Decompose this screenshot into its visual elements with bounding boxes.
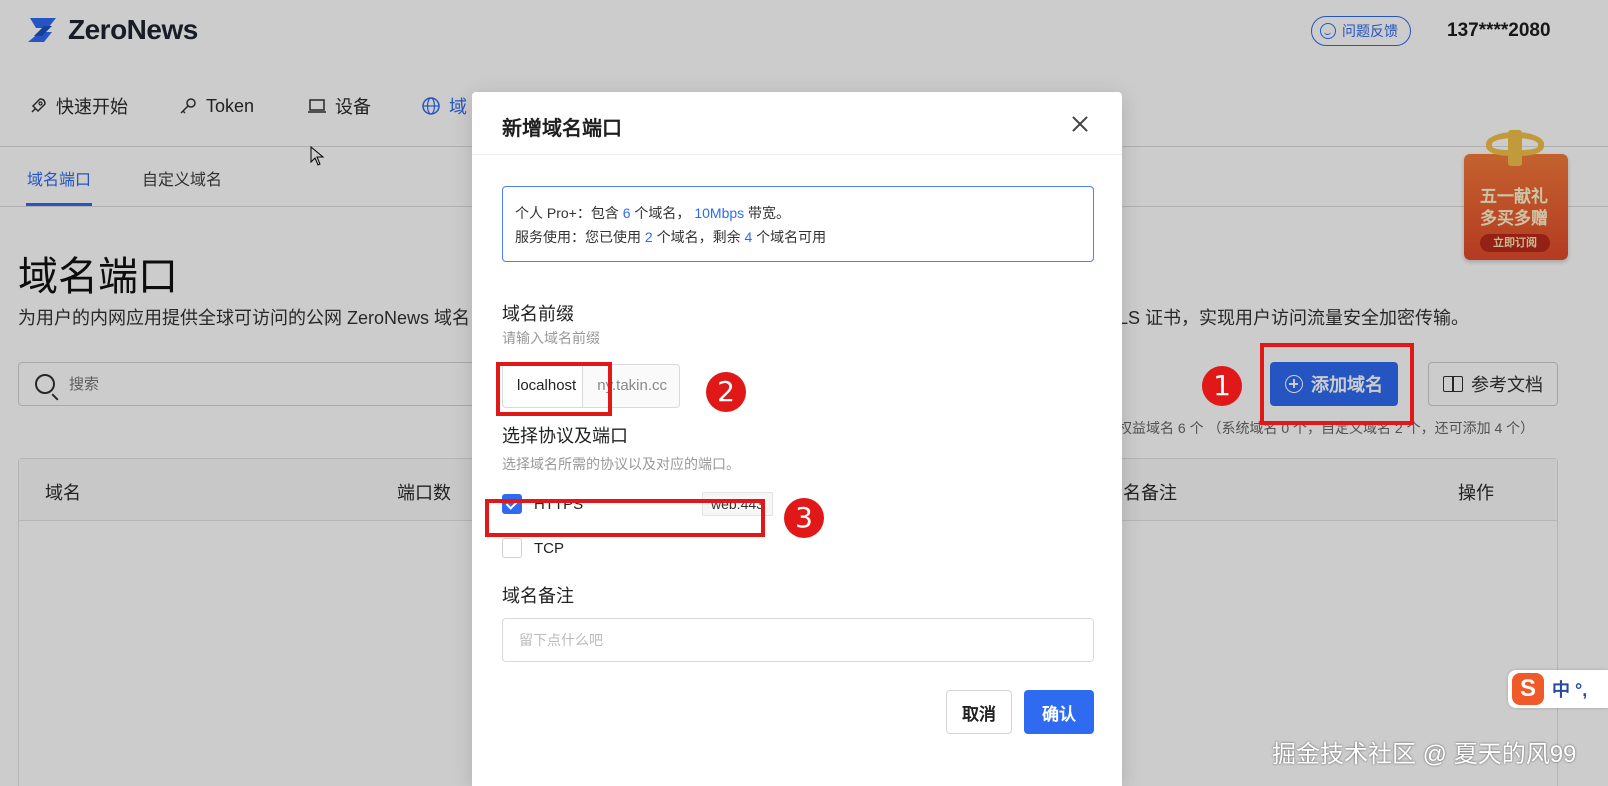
info-text: 个域名可用 [752,229,827,245]
protocol-hint: 选择域名所需的协议以及对应的端口。 [502,456,740,472]
annotation-number-1: 1 [1202,366,1242,406]
annotation-box-2 [496,362,612,416]
info-domain-count: 6 [622,205,631,221]
ime-toolbar[interactable]: S 中 °, [1508,670,1608,708]
annotation-box-3 [485,499,765,537]
add-domain-port-dialog: 新增域名端口 个人 Pro+：包含 6 个域名， 10Mbps 带宽。 服务使用… [472,92,1122,786]
watermark: 掘金技术社区 @ 夏天的风99 [1272,741,1577,768]
protocol-label: 选择协议及端口 [502,426,628,446]
close-icon[interactable] [1068,112,1092,136]
plan-info-line-1: 个人 Pro+：包含 6 个域名， 10Mbps 带宽。 [515,201,1081,225]
remark-input[interactable]: 留下点什么吧 [502,618,1094,662]
sogou-ime-icon: S [1512,673,1544,705]
info-used-count: 2 [644,229,653,245]
info-bandwidth: 10Mbps [694,205,745,221]
info-text: 个域名， [630,205,695,221]
annotation-number-2: 2 [706,372,746,412]
tcp-checkbox[interactable] [502,538,522,558]
annotation-box-1 [1260,343,1414,425]
info-text: 个人 Pro+：包含 [515,205,623,221]
info-text: 服务使用：您已使用 [515,229,645,245]
dialog-header-divider [472,154,1122,155]
cancel-button[interactable]: 取消 [946,690,1012,734]
info-text: 个域名，剩余 [652,229,745,245]
remark-label: 域名备注 [502,586,574,606]
confirm-button[interactable]: 确认 [1024,690,1094,734]
prefix-hint: 请输入域名前缀 [502,330,600,346]
ime-mode-text: 中 °, [1552,680,1588,700]
prefix-label: 域名前缀 [502,304,574,324]
plan-info-line-2: 服务使用：您已使用 2 个域名，剩余 4 个域名可用 [515,225,1081,249]
protocol-option-tcp[interactable]: TCP [502,536,564,560]
dialog-title: 新增域名端口 [502,118,622,140]
annotation-number-3: 3 [784,498,824,538]
info-text: 带宽。 [744,205,791,221]
protocol-name: TCP [534,539,564,557]
plan-info-box: 个人 Pro+：包含 6 个域名， 10Mbps 带宽。 服务使用：您已使用 2… [502,186,1094,262]
